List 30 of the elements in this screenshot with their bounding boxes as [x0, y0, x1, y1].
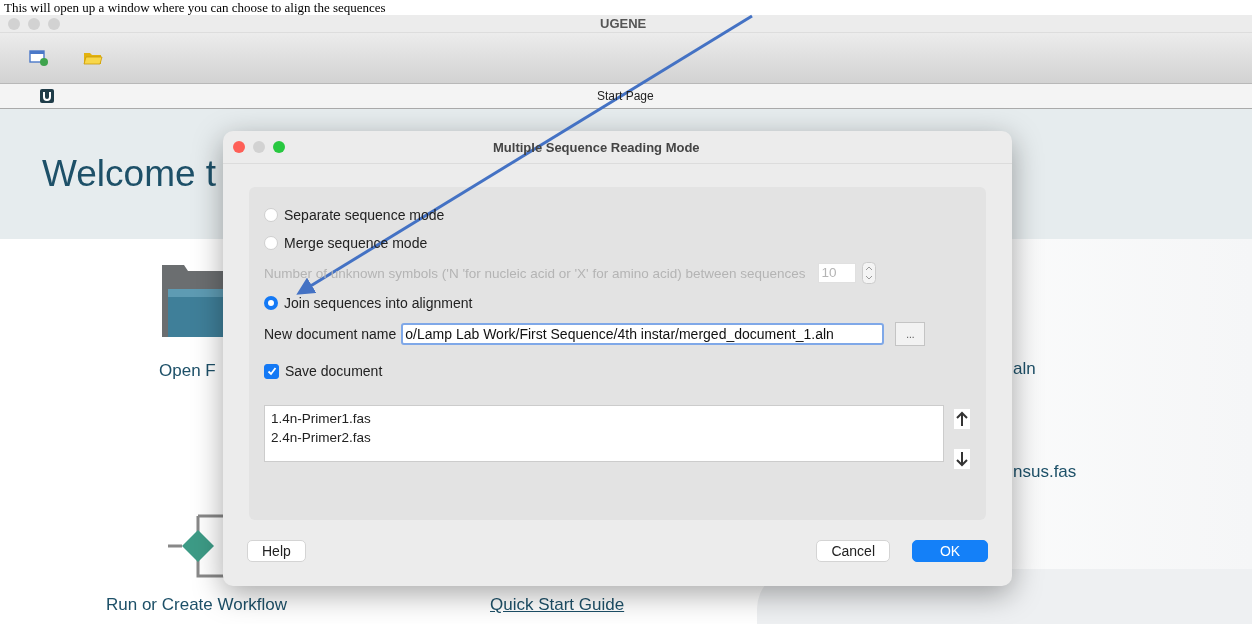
mode-label[interactable]: Join sequences into alignment — [284, 295, 473, 311]
run-workflow-link[interactable]: Run or Create Workflow — [106, 595, 288, 615]
move-up-icon[interactable] — [954, 409, 970, 429]
document-name-field[interactable]: o/Lamp Lab Work/First Sequence/4th instar/merged_document_1.aln — [401, 323, 885, 345]
welcome-heading: Welcome t — [42, 153, 217, 195]
file-list-item[interactable]: 1.4n-Primer1.fas — [271, 409, 937, 428]
checkbox[interactable] — [264, 363, 279, 379]
close-button[interactable] — [233, 141, 245, 153]
checkmark-icon — [265, 365, 278, 377]
caption-text: This will open up a window where you can choose to align the sequences — [3, 0, 387, 15]
zoom-button[interactable] — [273, 141, 285, 153]
help-button[interactable]: Help — [247, 540, 306, 562]
folder-icon[interactable] — [160, 263, 226, 339]
ok-button[interactable]: OK — [912, 540, 988, 562]
recent-file-link[interactable]: aln — [1013, 359, 1036, 379]
file-list-item[interactable]: 2.4n-Primer2.fas — [271, 428, 937, 447]
open-files-link[interactable]: Open F — [159, 361, 216, 381]
save-document-label[interactable]: Save document — [285, 363, 383, 379]
move-down-icon[interactable] — [954, 449, 970, 469]
app-logo-icon — [40, 89, 54, 103]
window-title: UGENE — [600, 16, 647, 31]
start-page-tab[interactable]: Start Page — [597, 89, 654, 103]
browse-button[interactable]: ... — [895, 322, 926, 346]
cancel-button[interactable]: Cancel — [816, 540, 890, 562]
radio-button[interactable] — [264, 296, 278, 310]
new-window-icon[interactable] — [29, 49, 49, 67]
recent-file-link[interactable]: nsus.fas — [1013, 462, 1077, 482]
document-name-label: New document name — [264, 326, 397, 342]
quick-start-guide-link[interactable]: Quick Start Guide — [490, 595, 625, 615]
stepper-icon[interactable] — [861, 262, 876, 284]
